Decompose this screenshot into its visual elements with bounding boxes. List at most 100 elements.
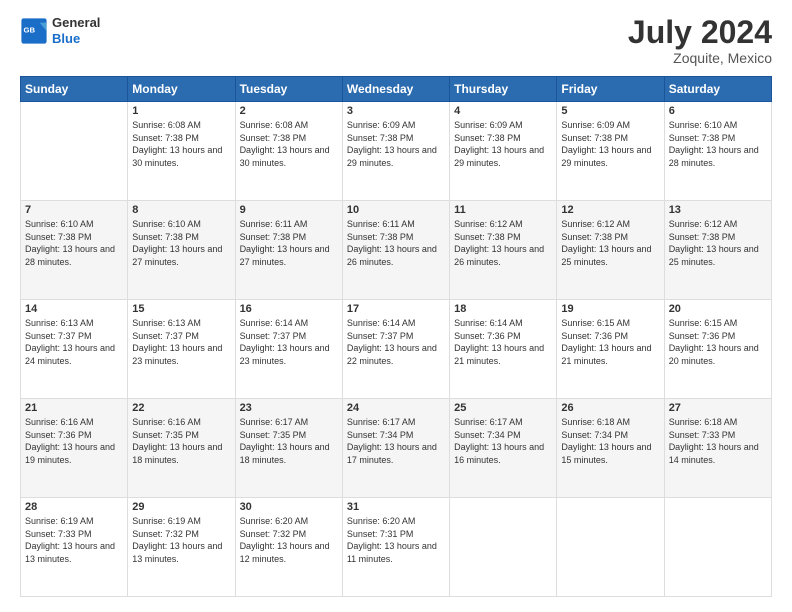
day-number: 25 bbox=[454, 402, 552, 414]
day-info: Sunrise: 6:09 AMSunset: 7:38 PMDaylight:… bbox=[561, 119, 659, 169]
calendar-cell: 26 Sunrise: 6:18 AMSunset: 7:34 PMDayligh… bbox=[557, 399, 664, 498]
day-number: 22 bbox=[132, 402, 230, 414]
day-number: 16 bbox=[240, 303, 338, 315]
day-number: 30 bbox=[240, 501, 338, 513]
calendar-cell: 20 Sunrise: 6:15 AMSunset: 7:36 PMDayligh… bbox=[664, 300, 771, 399]
day-info: Sunrise: 6:13 AMSunset: 7:37 PMDaylight:… bbox=[25, 317, 123, 367]
day-number: 2 bbox=[240, 105, 338, 117]
calendar-cell: 6 Sunrise: 6:10 AMSunset: 7:38 PMDaylight… bbox=[664, 102, 771, 201]
day-number: 12 bbox=[561, 204, 659, 216]
calendar-subtitle: Zoquite, Mexico bbox=[628, 50, 772, 66]
day-number: 6 bbox=[669, 105, 767, 117]
calendar-cell: 19Sunrise: 6:15 AMSunset: 7:36 PMDayligh… bbox=[557, 300, 664, 399]
calendar-cell: 12 Sunrise: 6:12 AMSunset: 7:38 PMDayligh… bbox=[557, 201, 664, 300]
calendar-week-3: 14Sunrise: 6:13 AMSunset: 7:37 PMDayligh… bbox=[21, 300, 772, 399]
day-info: Sunrise: 6:17 AMSunset: 7:34 PMDaylight:… bbox=[454, 416, 552, 466]
col-header-sunday: Sunday bbox=[21, 77, 128, 102]
calendar-cell: 5 Sunrise: 6:09 AMSunset: 7:38 PMDaylight… bbox=[557, 102, 664, 201]
day-info: Sunrise: 6:09 AMSunset: 7:38 PMDaylight:… bbox=[454, 119, 552, 169]
calendar-cell: 15Sunrise: 6:13 AMSunset: 7:37 PMDayligh… bbox=[128, 300, 235, 399]
calendar-cell: 22 Sunrise: 6:16 AMSunset: 7:35 PMDayligh… bbox=[128, 399, 235, 498]
calendar-cell: 25 Sunrise: 6:17 AMSunset: 7:34 PMDayligh… bbox=[450, 399, 557, 498]
calendar-cell bbox=[664, 498, 771, 597]
calendar-week-5: 28 Sunrise: 6:19 AMSunset: 7:33 PMDayligh… bbox=[21, 498, 772, 597]
calendar-cell: 31 Sunrise: 6:20 AMSunset: 7:31 PMDayligh… bbox=[342, 498, 449, 597]
logo-line1: General bbox=[52, 15, 100, 31]
logo-text: General Blue bbox=[52, 15, 100, 46]
calendar-cell: 30 Sunrise: 6:20 AMSunset: 7:32 PMDayligh… bbox=[235, 498, 342, 597]
day-number: 11 bbox=[454, 204, 552, 216]
calendar-cell: 11 Sunrise: 6:12 AMSunset: 7:38 PMDayligh… bbox=[450, 201, 557, 300]
calendar-header-row: SundayMondayTuesdayWednesdayThursdayFrid… bbox=[21, 77, 772, 102]
day-number: 3 bbox=[347, 105, 445, 117]
day-info: Sunrise: 6:19 AMSunset: 7:33 PMDaylight:… bbox=[25, 515, 123, 565]
calendar-cell: 14Sunrise: 6:13 AMSunset: 7:37 PMDayligh… bbox=[21, 300, 128, 399]
day-number: 7 bbox=[25, 204, 123, 216]
calendar-cell bbox=[21, 102, 128, 201]
day-info: Sunrise: 6:18 AMSunset: 7:34 PMDaylight:… bbox=[561, 416, 659, 466]
calendar-cell bbox=[557, 498, 664, 597]
day-number: 8 bbox=[132, 204, 230, 216]
col-header-tuesday: Tuesday bbox=[235, 77, 342, 102]
day-number: 26 bbox=[561, 402, 659, 414]
calendar-cell: 24 Sunrise: 6:17 AMSunset: 7:34 PMDayligh… bbox=[342, 399, 449, 498]
day-number: 10 bbox=[347, 204, 445, 216]
day-info: Sunrise: 6:12 AMSunset: 7:38 PMDaylight:… bbox=[669, 218, 767, 268]
day-info: Sunrise: 6:10 AMSunset: 7:38 PMDaylight:… bbox=[25, 218, 123, 268]
calendar-cell: 27Sunrise: 6:18 AMSunset: 7:33 PMDayligh… bbox=[664, 399, 771, 498]
day-number: 15 bbox=[132, 303, 230, 315]
day-number: 23 bbox=[240, 402, 338, 414]
day-info: Sunrise: 6:15 AMSunset: 7:36 PMDaylight:… bbox=[669, 317, 767, 367]
header: GB General Blue July 2024 Zoquite, Mexic… bbox=[20, 15, 772, 66]
calendar-cell: 1Sunrise: 6:08 AMSunset: 7:38 PMDaylight… bbox=[128, 102, 235, 201]
logo-icon: GB bbox=[20, 17, 48, 45]
day-number: 28 bbox=[25, 501, 123, 513]
day-info: Sunrise: 6:16 AMSunset: 7:35 PMDaylight:… bbox=[132, 416, 230, 466]
day-info: Sunrise: 6:10 AMSunset: 7:38 PMDaylight:… bbox=[132, 218, 230, 268]
day-number: 31 bbox=[347, 501, 445, 513]
day-info: Sunrise: 6:20 AMSunset: 7:32 PMDaylight:… bbox=[240, 515, 338, 565]
day-number: 9 bbox=[240, 204, 338, 216]
logo-line2: Blue bbox=[52, 31, 100, 47]
day-number: 13 bbox=[669, 204, 767, 216]
svg-text:GB: GB bbox=[24, 25, 36, 34]
day-info: Sunrise: 6:12 AMSunset: 7:38 PMDaylight:… bbox=[561, 218, 659, 268]
calendar-cell: 8 Sunrise: 6:10 AMSunset: 7:38 PMDaylight… bbox=[128, 201, 235, 300]
calendar-week-1: 1 Sunrise: 6:08 AMSunset: 7:38 PMDaylight… bbox=[21, 102, 772, 201]
day-info: Sunrise: 6:17 AMSunset: 7:34 PMDaylight:… bbox=[347, 416, 445, 466]
logo: GB General Blue bbox=[20, 15, 100, 46]
calendar-table: SundayMondayTuesdayWednesdayThursdayFrid… bbox=[20, 76, 772, 597]
calendar-cell: 28 Sunrise: 6:19 AMSunset: 7:33 PMDayligh… bbox=[21, 498, 128, 597]
day-info: Sunrise: 6:20 AMSunset: 7:31 PMDaylight:… bbox=[347, 515, 445, 565]
col-header-monday: Monday bbox=[128, 77, 235, 102]
day-number: 1 bbox=[132, 105, 230, 117]
calendar-cell: 4Sunrise: 6:09 AMSunset: 7:38 PMDaylight… bbox=[450, 102, 557, 201]
day-number: 5 bbox=[561, 105, 659, 117]
day-info: Sunrise: 6:08 AMSunset: 7:38 PMDaylight:… bbox=[240, 119, 338, 169]
calendar-cell: 10Sunrise: 6:11 AMSunset: 7:38 PMDayligh… bbox=[342, 201, 449, 300]
day-number: 19 bbox=[561, 303, 659, 315]
day-info: Sunrise: 6:12 AMSunset: 7:38 PMDaylight:… bbox=[454, 218, 552, 268]
calendar-cell: 29Sunrise: 6:19 AMSunset: 7:32 PMDayligh… bbox=[128, 498, 235, 597]
day-number: 17 bbox=[347, 303, 445, 315]
calendar-title: July 2024 bbox=[628, 15, 772, 50]
page: GB General Blue July 2024 Zoquite, Mexic… bbox=[0, 0, 792, 612]
day-number: 20 bbox=[669, 303, 767, 315]
day-number: 21 bbox=[25, 402, 123, 414]
calendar-cell: 21Sunrise: 6:16 AMSunset: 7:36 PMDayligh… bbox=[21, 399, 128, 498]
day-info: Sunrise: 6:09 AMSunset: 7:38 PMDaylight:… bbox=[347, 119, 445, 169]
day-info: Sunrise: 6:11 AMSunset: 7:38 PMDaylight:… bbox=[240, 218, 338, 268]
day-info: Sunrise: 6:18 AMSunset: 7:33 PMDaylight:… bbox=[669, 416, 767, 466]
day-info: Sunrise: 6:14 AMSunset: 7:37 PMDaylight:… bbox=[347, 317, 445, 367]
col-header-thursday: Thursday bbox=[450, 77, 557, 102]
day-info: Sunrise: 6:10 AMSunset: 7:38 PMDaylight:… bbox=[669, 119, 767, 169]
calendar-cell: 7 Sunrise: 6:10 AMSunset: 7:38 PMDaylight… bbox=[21, 201, 128, 300]
calendar-cell: 17 Sunrise: 6:14 AMSunset: 7:37 PMDayligh… bbox=[342, 300, 449, 399]
day-number: 29 bbox=[132, 501, 230, 513]
day-number: 24 bbox=[347, 402, 445, 414]
day-info: Sunrise: 6:14 AMSunset: 7:37 PMDaylight:… bbox=[240, 317, 338, 367]
calendar-cell: 9 Sunrise: 6:11 AMSunset: 7:38 PMDaylight… bbox=[235, 201, 342, 300]
title-block: July 2024 Zoquite, Mexico bbox=[628, 15, 772, 66]
day-info: Sunrise: 6:17 AMSunset: 7:35 PMDaylight:… bbox=[240, 416, 338, 466]
col-header-saturday: Saturday bbox=[664, 77, 771, 102]
